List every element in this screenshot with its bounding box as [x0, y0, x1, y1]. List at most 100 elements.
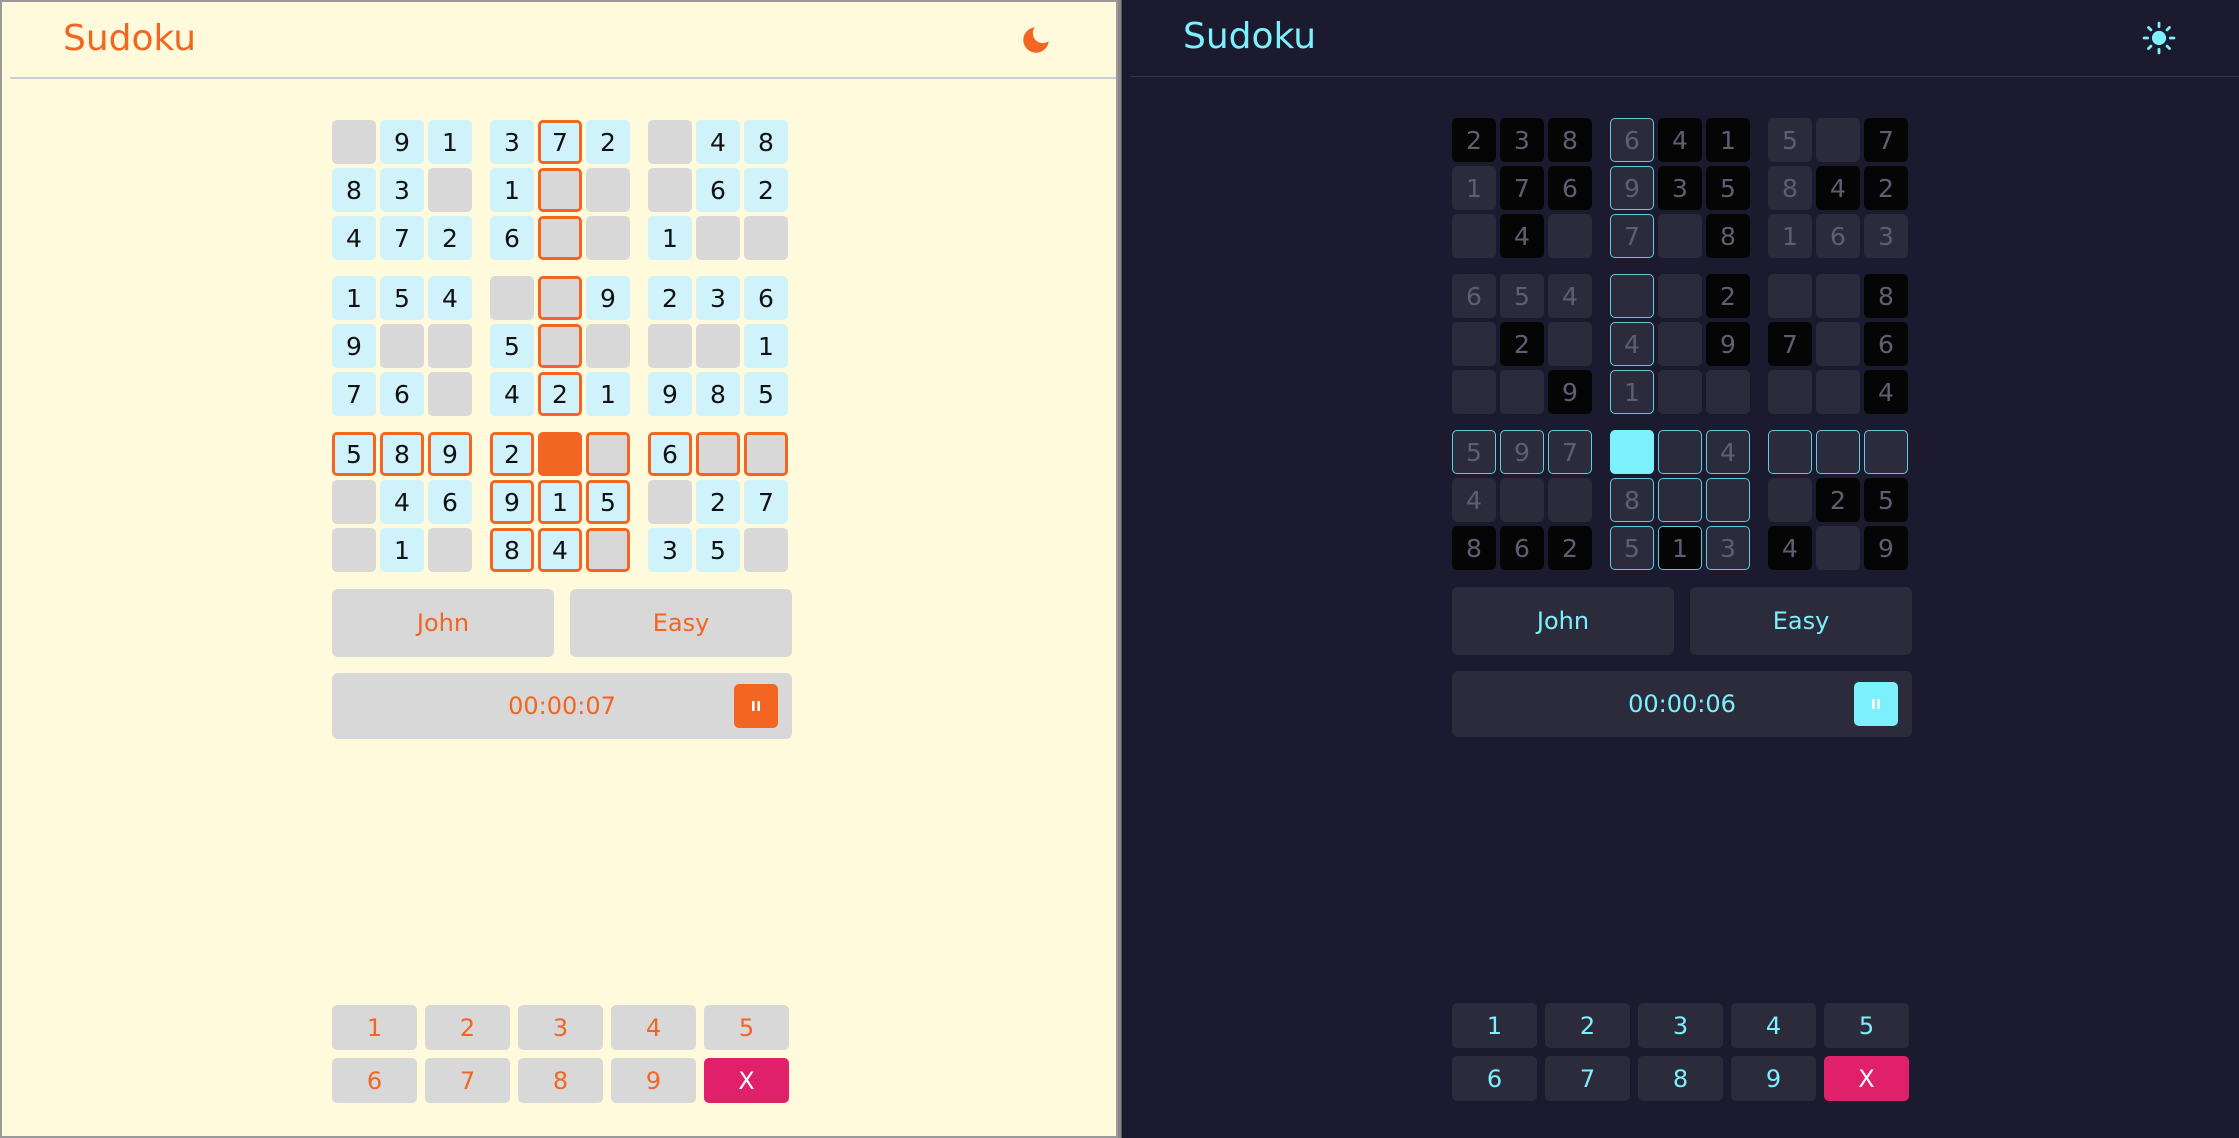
sudoku-cell[interactable]: 2 [1706, 274, 1750, 318]
sudoku-cell[interactable]: 8 [380, 432, 424, 476]
number-button-3[interactable]: 3 [518, 1005, 603, 1050]
sudoku-cell[interactable]: 1 [1658, 526, 1702, 570]
sudoku-cell[interactable] [1452, 370, 1496, 414]
sudoku-cell[interactable]: 4 [1548, 274, 1592, 318]
number-button-5[interactable]: 5 [704, 1005, 789, 1050]
sudoku-cell[interactable] [1706, 370, 1750, 414]
number-button-9[interactable]: 9 [1731, 1056, 1816, 1101]
sudoku-cell[interactable] [1864, 430, 1908, 474]
sudoku-cell[interactable]: 5 [744, 372, 788, 416]
sudoku-cell[interactable] [1816, 274, 1860, 318]
sudoku-cell[interactable] [538, 324, 582, 368]
sudoku-cell[interactable]: 4 [1610, 322, 1654, 366]
sudoku-cell[interactable]: 2 [1864, 166, 1908, 210]
sudoku-cell[interactable]: 5 [1610, 526, 1654, 570]
sudoku-cell[interactable]: 4 [1706, 430, 1750, 474]
sudoku-cell[interactable] [1658, 478, 1702, 522]
sudoku-cell[interactable]: 6 [1816, 214, 1860, 258]
sudoku-cell[interactable] [332, 120, 376, 164]
sudoku-cell[interactable]: 3 [1706, 526, 1750, 570]
sudoku-cell[interactable] [1816, 322, 1860, 366]
sudoku-cell[interactable]: 9 [1548, 370, 1592, 414]
sudoku-cell[interactable] [1816, 430, 1860, 474]
theme-toggle-button[interactable] [2139, 18, 2179, 58]
sudoku-cell[interactable]: 3 [696, 276, 740, 320]
sudoku-cell[interactable]: 2 [648, 276, 692, 320]
sudoku-cell[interactable]: 4 [1658, 118, 1702, 162]
sudoku-cell[interactable] [696, 216, 740, 260]
difficulty-button[interactable]: Easy [570, 589, 792, 657]
sudoku-cell[interactable]: 4 [1816, 166, 1860, 210]
sudoku-cell[interactable]: 7 [1548, 430, 1592, 474]
sudoku-cell[interactable] [1548, 478, 1592, 522]
sudoku-cell[interactable] [1768, 370, 1812, 414]
sudoku-cell[interactable] [1452, 322, 1496, 366]
sudoku-cell[interactable]: 1 [1706, 118, 1750, 162]
sudoku-cell[interactable]: 6 [744, 276, 788, 320]
sudoku-cell[interactable]: 7 [1768, 322, 1812, 366]
sudoku-cell[interactable] [332, 480, 376, 524]
sudoku-cell[interactable] [648, 120, 692, 164]
sudoku-cell[interactable] [1658, 214, 1702, 258]
number-button-7[interactable]: 7 [1545, 1056, 1630, 1101]
sudoku-cell[interactable] [586, 168, 630, 212]
sudoku-cell[interactable]: 6 [1500, 526, 1544, 570]
sudoku-cell[interactable] [1816, 118, 1860, 162]
sudoku-cell[interactable]: 7 [1864, 118, 1908, 162]
sudoku-cell[interactable] [1768, 274, 1812, 318]
sudoku-cell[interactable]: 5 [1500, 274, 1544, 318]
sudoku-cell[interactable]: 8 [1452, 526, 1496, 570]
sudoku-cell[interactable]: 6 [1548, 166, 1592, 210]
sudoku-cell[interactable]: 7 [1610, 214, 1654, 258]
sudoku-cell[interactable]: 8 [1706, 214, 1750, 258]
sudoku-cell[interactable]: 3 [1658, 166, 1702, 210]
sudoku-cell[interactable]: 1 [538, 480, 582, 524]
sudoku-cell[interactable] [696, 324, 740, 368]
sudoku-cell[interactable]: 7 [332, 372, 376, 416]
sudoku-cell[interactable] [1706, 478, 1750, 522]
sudoku-cell[interactable]: 8 [1768, 166, 1812, 210]
sudoku-cell[interactable]: 1 [332, 276, 376, 320]
sudoku-cell[interactable]: 8 [1864, 274, 1908, 318]
sudoku-cell[interactable] [586, 324, 630, 368]
sudoku-cell[interactable]: 7 [1500, 166, 1544, 210]
pause-button[interactable] [734, 684, 778, 728]
sudoku-cell[interactable] [428, 372, 472, 416]
sudoku-cell[interactable]: 4 [490, 372, 534, 416]
sudoku-cell[interactable]: 8 [744, 120, 788, 164]
sudoku-cell[interactable]: 2 [1500, 322, 1544, 366]
sudoku-cell[interactable] [1548, 214, 1592, 258]
sudoku-cell[interactable]: 6 [1864, 322, 1908, 366]
number-button-8[interactable]: 8 [518, 1058, 603, 1103]
sudoku-cell[interactable] [1452, 214, 1496, 258]
sudoku-cell[interactable] [538, 216, 582, 260]
sudoku-cell[interactable] [648, 168, 692, 212]
sudoku-cell[interactable]: 9 [586, 276, 630, 320]
sudoku-cell[interactable]: 2 [744, 168, 788, 212]
sudoku-cell[interactable]: 1 [1452, 166, 1496, 210]
sudoku-cell[interactable]: 6 [428, 480, 472, 524]
sudoku-cell[interactable]: 9 [1500, 430, 1544, 474]
sudoku-cell[interactable] [332, 528, 376, 572]
sudoku-cell[interactable]: 5 [1452, 430, 1496, 474]
sudoku-cell[interactable] [428, 528, 472, 572]
number-button-1[interactable]: 1 [332, 1005, 417, 1050]
sudoku-cell[interactable]: 6 [1452, 274, 1496, 318]
sudoku-cell[interactable]: 3 [490, 120, 534, 164]
difficulty-button[interactable]: Easy [1690, 587, 1912, 655]
sudoku-cell[interactable]: 5 [380, 276, 424, 320]
sudoku-cell[interactable]: 5 [696, 528, 740, 572]
sudoku-cell[interactable]: 2 [1548, 526, 1592, 570]
sudoku-cell[interactable] [428, 324, 472, 368]
sudoku-cell[interactable] [1658, 430, 1702, 474]
player-name-button[interactable]: John [332, 589, 554, 657]
sudoku-cell[interactable]: 3 [648, 528, 692, 572]
sudoku-cell[interactable]: 8 [1548, 118, 1592, 162]
sudoku-cell[interactable]: 2 [490, 432, 534, 476]
erase-button[interactable]: X [704, 1058, 789, 1103]
sudoku-cell[interactable] [1816, 526, 1860, 570]
sudoku-cell[interactable]: 2 [696, 480, 740, 524]
erase-button[interactable]: X [1824, 1056, 1909, 1101]
sudoku-cell[interactable] [648, 324, 692, 368]
sudoku-cell[interactable]: 4 [332, 216, 376, 260]
